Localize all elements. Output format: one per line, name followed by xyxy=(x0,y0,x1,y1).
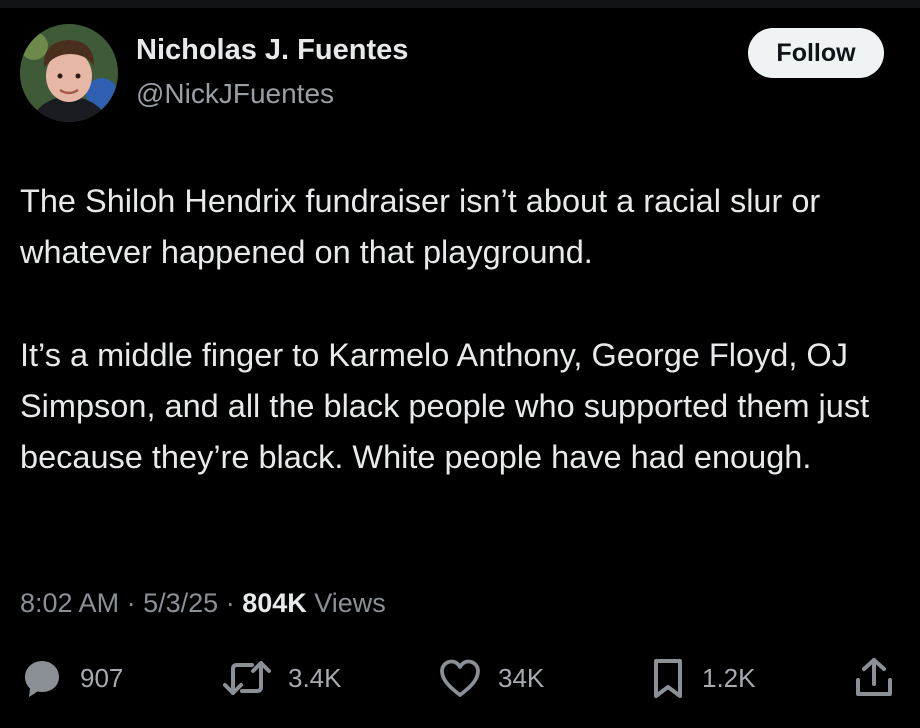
action-bar: 907 3.4K 34K 1.2K xyxy=(0,655,920,701)
views-count: 804K xyxy=(242,588,307,618)
like-button[interactable]: 34K xyxy=(438,655,544,701)
avatar-image xyxy=(20,24,118,122)
avatar[interactable] xyxy=(20,24,118,122)
like-count: 34K xyxy=(498,662,545,693)
reply-button[interactable]: 907 xyxy=(20,655,123,701)
author-display-name[interactable]: Nicholas J. Fuentes xyxy=(136,34,408,67)
repost-icon xyxy=(223,661,271,695)
views-label: Views xyxy=(314,588,386,618)
top-divider xyxy=(0,0,920,8)
tweet-body: The Shiloh Hendrix fundraiser isn’t abou… xyxy=(20,176,890,483)
bookmark-count: 1.2K xyxy=(702,662,756,693)
tweet-paragraph: It’s a middle finger to Karmelo Anthony,… xyxy=(20,337,870,475)
author-handle[interactable]: @NickJFuentes xyxy=(136,78,334,110)
meta-separator: · xyxy=(225,588,235,618)
follow-button[interactable]: Follow xyxy=(748,28,884,78)
tweet-date[interactable]: 5/3/25 xyxy=(143,588,218,618)
like-icon xyxy=(440,659,480,697)
bookmark-button[interactable]: 1.2K xyxy=(650,655,756,701)
meta-separator: · xyxy=(126,588,136,618)
share-icon xyxy=(856,658,892,696)
repost-count: 3.4K xyxy=(288,662,342,693)
share-button[interactable] xyxy=(852,655,896,701)
reply-count: 907 xyxy=(80,662,124,693)
tweet-paragraph: The Shiloh Hendrix fundraiser isn’t abou… xyxy=(20,183,821,270)
tweet-meta: 8:02 AM · 5/3/25 · 804K Views xyxy=(20,588,386,619)
bookmark-icon xyxy=(654,659,682,698)
repost-button[interactable]: 3.4K xyxy=(222,655,342,701)
reply-icon xyxy=(25,661,59,697)
tweet-time[interactable]: 8:02 AM xyxy=(20,588,119,618)
